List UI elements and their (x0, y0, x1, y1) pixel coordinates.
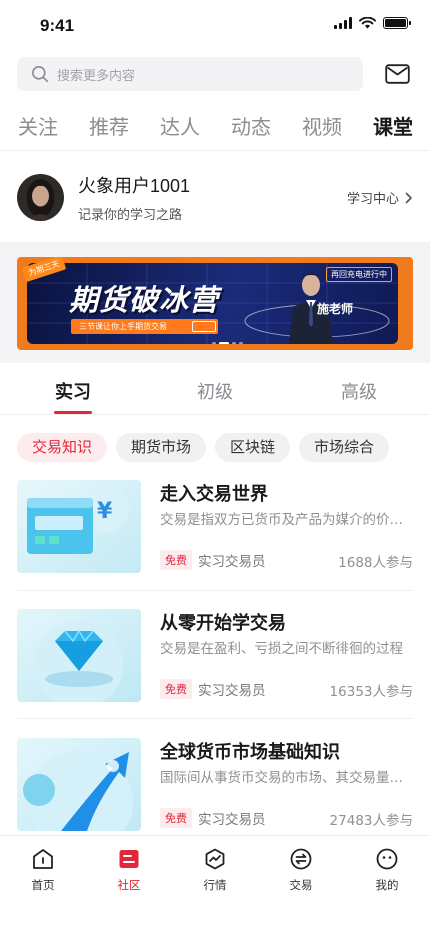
divider (17, 718, 413, 719)
globe-arrow-icon (17, 738, 141, 831)
arrow-right-icon (192, 321, 216, 332)
nav-label: 交易 (289, 878, 313, 892)
bottom-nav: 首页 社区 行情 交易 我的 (0, 835, 430, 928)
nav-home[interactable]: 首页 (13, 846, 73, 893)
course-title: 走入交易世界 (160, 484, 268, 505)
nav-label: 行情 (203, 878, 227, 892)
search-icon (32, 66, 49, 83)
banner-section: 期货破冰营 三节课让你上手期货交易 施老师 再回充电进行中 为期三天 (0, 242, 430, 363)
svg-text:¥: ¥ (97, 499, 113, 524)
search-input[interactable]: 搜索更多内容 (17, 57, 363, 91)
promo-banner[interactable]: 期货破冰营 三节课让你上手期货交易 施老师 再回充电进行中 为期三天 (17, 257, 413, 350)
course-meta: 免费 实习交易员 27483人参与 (160, 808, 413, 829)
participant-count: 16353人参与 (329, 684, 413, 700)
trade-icon (290, 848, 312, 870)
course-thumbnail (17, 738, 141, 831)
card-yen-icon: ¥ (17, 480, 141, 573)
course-title: 从零开始学交易 (160, 613, 286, 634)
profile-name: 火象用户1001 (78, 175, 191, 196)
signal-icon (334, 17, 352, 29)
course-description: 国际间从事货币交易的市场、其交易量巨大 (160, 770, 413, 786)
nav-label: 社区 (117, 878, 141, 892)
nav-trade[interactable]: 交易 (271, 846, 331, 893)
study-center-label: 学习中心 (346, 192, 399, 207)
chip-market-overview[interactable]: 市场综合 (299, 433, 390, 462)
nav-label: 首页 (31, 878, 55, 892)
tab-moments[interactable]: 动态 (231, 111, 271, 140)
status-bar: 9:41 (0, 0, 430, 52)
study-center-link[interactable]: 学习中心 (347, 188, 413, 207)
banner-pager (212, 342, 243, 344)
market-icon (205, 848, 225, 870)
banner-live-badge: 再回充电进行中 (326, 267, 392, 282)
diamond-icon (17, 609, 141, 702)
wifi-icon (359, 17, 376, 29)
profile-subtitle: 记录你的学习之路 (78, 207, 183, 223)
course-meta: 免费 实习交易员 1688人参与 (160, 550, 413, 571)
tab-experts[interactable]: 达人 (160, 111, 200, 140)
nav-profile[interactable]: 我的 (357, 846, 417, 893)
divider (17, 590, 413, 591)
free-badge: 免费 (160, 550, 192, 570)
tab-follow[interactable]: 关注 (18, 111, 58, 140)
top-tabs: 关注 推荐 达人 动态 视频 课堂 (18, 108, 413, 142)
chip-blockchain[interactable]: 区块链 (215, 433, 291, 462)
tab-beginner[interactable]: 初级 (197, 378, 233, 404)
free-badge: 免费 (160, 808, 192, 828)
avatar[interactable] (17, 173, 64, 221)
course-card[interactable]: 从零开始学交易 交易是在盈利、亏损之间不断徘徊的过程 免费 实习交易员 1635… (17, 609, 413, 702)
profile-icon (376, 848, 398, 870)
course-card[interactable]: 全球货币市场基础知识 国际间从事货币交易的市场、其交易量巨大 免费 实习交易员 … (17, 738, 413, 831)
tab-recommend[interactable]: 推荐 (89, 111, 129, 140)
banner-panel: 期货破冰营 三节课让你上手期货交易 施老师 再回充电进行中 (27, 263, 398, 344)
tab-intern[interactable]: 实习 (55, 378, 91, 404)
tab-advanced[interactable]: 高级 (341, 378, 377, 404)
course-level: 实习交易员 (198, 812, 266, 828)
course-card[interactable]: ¥ 走入交易世界 交易是指双方已货币及产品为媒介的价值交换 免费 实习交易员 1… (17, 480, 413, 573)
community-icon (119, 850, 139, 868)
chip-trading-knowledge[interactable]: 交易知识 (17, 433, 108, 462)
divider (0, 150, 430, 151)
course-description: 交易是在盈利、亏损之间不断徘徊的过程 (160, 641, 403, 657)
divider (0, 414, 430, 415)
course-title: 全球货币市场基础知识 (160, 742, 340, 763)
chevron-right-icon (405, 192, 412, 203)
nav-market[interactable]: 行情 (185, 846, 245, 893)
banner-teacher: 施老师 (316, 302, 353, 316)
search-row: 搜索更多内容 (17, 57, 413, 91)
course-thumbnail (17, 609, 141, 702)
status-time: 9:41 (40, 16, 75, 35)
participant-count: 27483人参与 (329, 813, 413, 829)
course-meta: 免费 实习交易员 16353人参与 (160, 679, 413, 700)
status-icons (334, 17, 411, 29)
banner-title: 期货破冰营 (69, 283, 220, 317)
chip-futures-market[interactable]: 期货市场 (116, 433, 207, 462)
category-chips: 交易知识 期货市场 区块链 市场综合 (17, 433, 413, 463)
course-description: 交易是指双方已货币及产品为媒介的价值交换 (160, 512, 413, 528)
course-level: 实习交易员 (198, 554, 266, 570)
nav-community[interactable]: 社区 (99, 846, 159, 893)
nav-label: 我的 (375, 878, 399, 892)
level-tabs: 实习 初级 高级 (0, 374, 430, 414)
banner-subtitle: 三节课让你上手期货交易 (71, 319, 218, 334)
battery-icon (383, 17, 411, 29)
home-icon (33, 849, 53, 869)
search-placeholder: 搜索更多内容 (57, 68, 136, 84)
mail-icon (384, 64, 410, 84)
course-thumbnail: ¥ (17, 480, 141, 573)
participant-count: 1688人参与 (338, 555, 413, 571)
course-level: 实习交易员 (198, 683, 266, 699)
tab-video[interactable]: 视频 (302, 111, 342, 140)
free-badge: 免费 (160, 679, 192, 699)
tab-classroom[interactable]: 课堂 (373, 111, 413, 140)
mail-button[interactable] (384, 62, 410, 86)
profile-row: 火象用户1001 记录你的学习之路 学习中心 (17, 170, 413, 224)
